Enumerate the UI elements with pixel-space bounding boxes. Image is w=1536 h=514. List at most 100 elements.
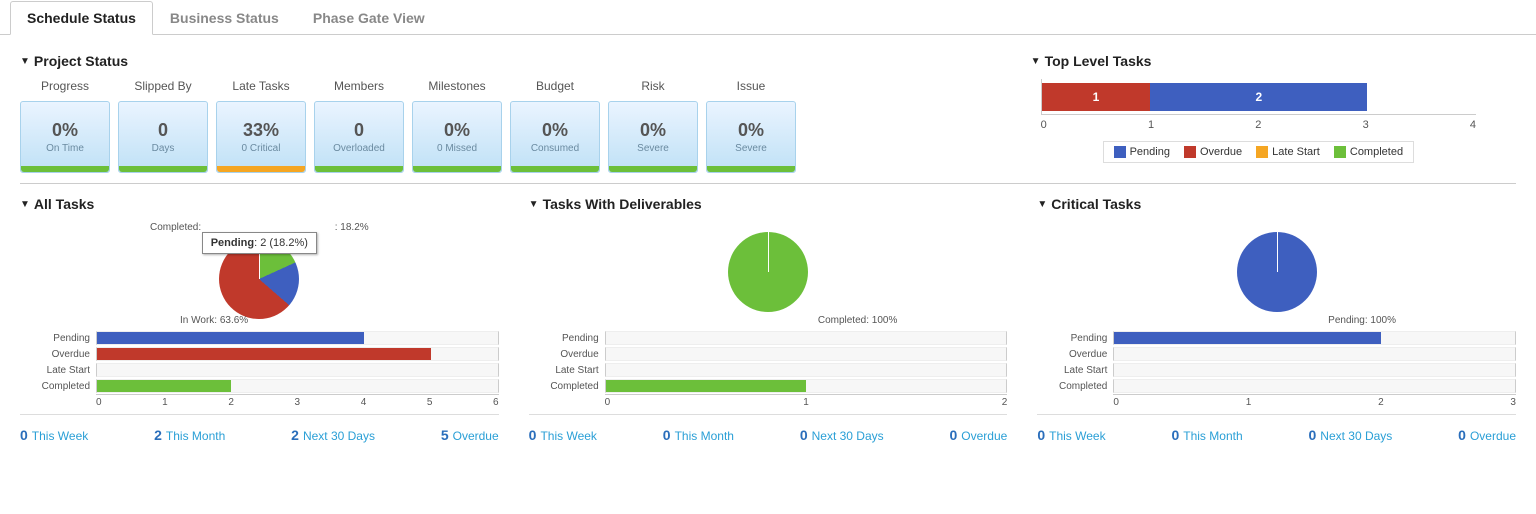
status-card[interactable]: 0% Consumed [510,101,600,173]
tab-business-status[interactable]: Business Status [153,1,296,35]
bar-track [1113,347,1516,361]
summary-link[interactable]: Next 30 Days [812,429,884,443]
summary-link[interactable]: This Month [166,429,225,443]
card-sub: Overloaded [333,143,385,154]
bar-track [96,379,499,393]
pie-label-pending-suffix: : 18.2% [335,222,369,233]
card-label: Milestones [428,79,485,93]
bar-label: Late Start [20,365,96,376]
card-value: 0% [542,120,568,141]
card-value: 0% [52,120,78,141]
card-value: 0% [444,120,470,141]
summary-link[interactable]: Overdue [1470,429,1516,443]
bar-fill[interactable] [606,380,806,392]
panel-header-critical-tasks[interactable]: ▼ Critical Tasks [1037,196,1516,212]
status-card[interactable]: 0 Overloaded [314,101,404,173]
status-card[interactable]: 0% On Time [20,101,110,173]
panel-title: Top Level Tasks [1045,53,1152,69]
summary-link[interactable]: This Week [1049,429,1105,443]
bar-label: Overdue [1037,349,1113,360]
status-card[interactable]: 33% 0 Critical [216,101,306,173]
bar-label: Completed [1037,381,1113,392]
summary-count: 0 [1037,427,1045,443]
tab-phase-gate-view[interactable]: Phase Gate View [296,1,442,35]
all-tasks-summary: 0 This Week2 This Month2 Next 30 Days5 O… [20,427,499,443]
bar-label: Overdue [20,349,96,360]
legend-overdue: Overdue [1184,146,1242,158]
summary-link[interactable]: This Week [32,429,88,443]
card-label: Late Tasks [232,79,289,93]
summary-count: 5 [441,427,449,443]
card-sub: Severe [735,143,767,154]
summary-count: 0 [20,427,28,443]
caret-down-icon: ▼ [20,199,30,210]
card-value: 0 [158,120,168,141]
summary-link[interactable]: Next 30 Days [1320,429,1392,443]
status-card[interactable]: 0% Severe [706,101,796,173]
card-label: Risk [641,79,664,93]
bar-track [605,379,1008,393]
caret-down-icon: ▼ [1037,199,1047,210]
critical-pie: Pending: 100% [1037,222,1516,322]
summary-link[interactable]: This Week [540,429,596,443]
deliverables-pie: Completed: 100% [529,222,1008,322]
tab-schedule-status[interactable]: Schedule Status [10,1,153,35]
bar-track [96,331,499,345]
deliverables-bars: Pending Overdue Late Start Completed 012 [529,330,1008,408]
summary-link[interactable]: Overdue [961,429,1007,443]
summary-link[interactable]: Next 30 Days [303,429,375,443]
deliverables-summary: 0 This Week0 This Month0 Next 30 Days0 O… [529,427,1008,443]
bar-fill[interactable] [1114,332,1381,344]
bar-fill[interactable] [97,380,231,392]
status-card[interactable]: 0% Severe [608,101,698,173]
panel-header-top-level-tasks[interactable]: ▼ Top Level Tasks [1031,53,1516,69]
card-value: 0% [640,120,666,141]
summary-link[interactable]: This Month [1183,429,1242,443]
pie-label-completed: Completed: [150,222,201,233]
tlt-segment[interactable]: 2 [1150,83,1367,111]
critical-summary: 0 This Week 0 This Month 0 Next 30 Days 0 O… [1037,427,1516,443]
card-label: Members [334,79,384,93]
card-label: Budget [536,79,574,93]
summary-count: 0 [1308,427,1316,443]
caret-down-icon: ▼ [1031,56,1041,67]
bar-fill[interactable] [97,348,431,360]
bar-label: Pending [20,333,96,344]
bar-fill[interactable] [97,332,364,344]
pie-label-pending: Pending: 100% [1328,315,1396,326]
summary-count: 0 [529,427,537,443]
panel-header-tasks-deliverables[interactable]: ▼ Tasks With Deliverables [529,196,1008,212]
all-tasks-pie: Completed: : 18.2% Pending: 2 (18.2%) In… [20,222,499,322]
tlt-segment[interactable]: 1 [1042,83,1151,111]
summary-link[interactable]: This Month [675,429,734,443]
card-sub: Severe [637,143,669,154]
top-level-tasks-legend: Pending Overdue Late Start Completed [1103,141,1414,163]
panel-header-all-tasks[interactable]: ▼ All Tasks [20,196,499,212]
summary-count: 2 [154,427,162,443]
bar-track [96,363,499,377]
summary-count: 0 [1458,427,1466,443]
bar-label: Overdue [529,349,605,360]
summary-count: 0 [1171,427,1179,443]
bar-track [96,347,499,361]
summary-count: 0 [663,427,671,443]
card-value: 33% [243,120,279,141]
status-card[interactable]: 0 Days [118,101,208,173]
tab-bar: Schedule Status Business Status Phase Ga… [0,0,1536,35]
pie-label-inwork: In Work: 63.6% [180,315,248,326]
panel-header-project-status[interactable]: ▼ Project Status [20,53,991,69]
bar-track [1113,331,1516,345]
caret-down-icon: ▼ [529,199,539,210]
bar-label: Completed [529,381,605,392]
bar-track [1113,363,1516,377]
status-card[interactable]: 0% 0 Missed [412,101,502,173]
summary-link[interactable]: Overdue [453,429,499,443]
pie-tooltip: Pending: 2 (18.2%) [202,232,317,254]
bar-label: Late Start [529,365,605,376]
panel-title: All Tasks [34,196,94,212]
bar-label: Pending [1037,333,1113,344]
card-value: 0% [738,120,764,141]
panel-title: Critical Tasks [1051,196,1141,212]
panel-title: Tasks With Deliverables [543,196,702,212]
caret-down-icon: ▼ [20,56,30,67]
